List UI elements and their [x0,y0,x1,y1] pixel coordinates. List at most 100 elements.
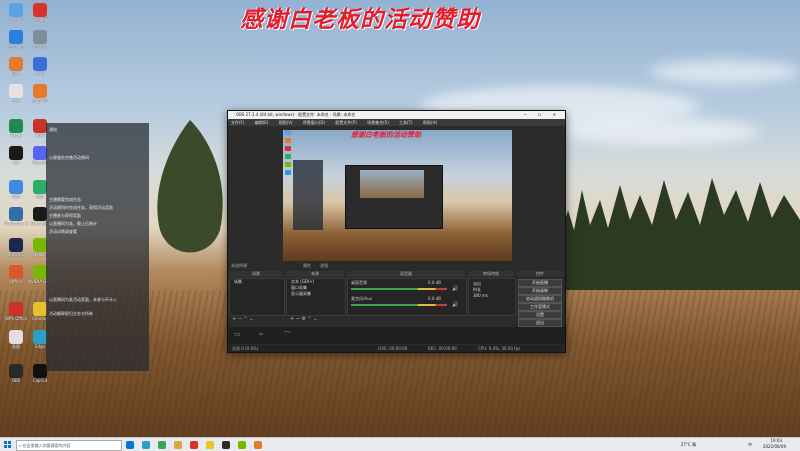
desktop-icon[interactable]: 百度网盘 [28,84,52,104]
desktop-icon[interactable]: 控制 [4,84,28,104]
menu-docks[interactable]: 停靠窗口(D) [303,120,325,125]
start-recording-button[interactable]: 开始录制 [518,287,562,295]
desktop-icon[interactable]: OBS [4,364,28,383]
app-icon [9,238,23,252]
desktop-icon[interactable]: Office [4,265,28,284]
desktop-icon[interactable]: 画图 [4,330,28,350]
clock-date[interactable]: 2022/06/09 [763,444,786,449]
nested-desktop-icons [285,130,291,261]
obs-title-bar[interactable]: OBS 27.2.4 (64 bit, windows) - 配置文件: 未命名… [228,111,565,119]
desktop-icon[interactable]: Excel [4,119,28,138]
taskbar-app-icon[interactable] [190,441,198,449]
clock-time[interactable]: 19:03 [770,438,782,443]
app-icon [9,364,23,378]
weather[interactable]: 27°C 晴 [681,442,696,448]
desktop-icon[interactable]: 回收站 [28,30,52,50]
desktop-icon[interactable]: 企业微信 [4,30,28,50]
menu-profile[interactable]: 配置文件(P) [335,120,357,125]
scene-dock-toolbar[interactable]: + − ⌃ ⌄ [232,316,254,322]
desktop-icon[interactable]: Photoshop [4,238,28,257]
desktop-icon[interactable]: WPS Office [4,302,28,321]
desktop-icon-label: CapCut [32,378,48,383]
notification-title: 通知 [49,127,57,132]
windows-start-icon[interactable] [4,441,11,448]
taskbar: ⌕ 在这里输入你要搜索的内容 27°C 晴 中 19:03 2022/06/09 [0,437,800,451]
window-title: OBS 27.2.4 (64 bit, windows) - 配置文件: 未命名… [236,112,356,117]
desktop-icon-label: Office [10,279,22,284]
app-icon [9,330,23,344]
taskbar-app-icon[interactable] [126,441,134,449]
taskbar-app-icon[interactable] [222,441,230,449]
taskbar-app-icon[interactable] [254,441,262,449]
desktop-icon-label: 迅雷 [12,71,20,76]
exit-button[interactable]: 退出 [518,319,562,327]
app-icon [9,146,23,160]
taskbar-search-input[interactable]: ⌕ 在这里输入你要搜索的内容 [16,440,122,451]
mixer-channel-label: 桌面音频 [351,280,367,285]
desktop-icon-label: WPS Office [5,316,27,321]
nested-preview-image [360,170,424,198]
app-icon [33,330,47,344]
app-icon [9,57,23,71]
menu-scene-collection[interactable]: 场景集合(S) [367,120,389,125]
ime-indicator[interactable]: 中 [748,442,752,448]
menu-file[interactable]: 文件(F) [231,120,244,125]
mixer-dock-header: 混音器 [347,271,465,277]
menu-view[interactable]: 视图(V) [279,120,293,125]
obs-window[interactable]: OBS 27.2.4 (64 bit, windows) - 配置文件: 未命名… [227,110,566,353]
start-streaming-button[interactable]: 开始直播 [518,279,562,287]
desktop-icon[interactable]: 网易邮箱 [28,3,52,23]
source-dock-toolbar[interactable]: + − ⚙ ⌃ ⌄ [290,316,318,322]
chart-icon[interactable]: ⌒ [284,330,291,340]
menu-help[interactable]: 帮助(H) [423,120,437,125]
app-icon [33,265,47,279]
notification-line: 主播参与获得奖励 [49,213,81,218]
rec-time: REC: 00:00:00 [428,346,457,351]
desktop-icon-label: Wallpaper Engine [4,221,28,226]
menu-tools[interactable]: 工具(T) [399,120,413,125]
dropped-frames: 丢帧 0 (0.0%) [232,346,259,351]
taskbar-app-icon[interactable] [142,441,150,449]
effect-icon[interactable]: ≈ [258,330,264,338]
virtual-camera-button[interactable]: 启动虚拟摄像机 [518,295,562,303]
app-icon [33,3,47,17]
notification-line: 主播需要完成任务 [49,197,81,202]
app-icon [9,30,23,44]
settings-button[interactable]: 设置 [518,311,562,319]
taskbar-app-icon[interactable] [206,441,214,449]
window-controls[interactable]: ─ ☐ ✕ [524,111,561,119]
desktop-icon[interactable]: 此电脑 [4,3,28,23]
obs-preview[interactable]: 感谢白老板的活动赞助 [283,130,512,261]
transitions-dock-header: 转场特效 [468,271,514,277]
app-icon [33,364,47,378]
app-icon [9,84,23,98]
app-icon [33,84,47,98]
source-item[interactable]: 显示器采集 [287,291,345,297]
desktop-icon-label: OBS [11,378,21,383]
desktop-icon-label: 此电脑 [10,17,22,22]
properties-button[interactable]: 属性 [303,263,311,269]
desktop-icon[interactable]: QQ [4,146,28,165]
desktop-icon-label: 百度网盘 [32,98,48,103]
nested-notification-panel [293,160,323,230]
taskbar-app-icon[interactable] [158,441,166,449]
speaker-icon[interactable]: 🔊 [452,286,458,292]
app-icon [9,180,23,194]
desktop-icon[interactable]: 网络 [4,180,28,200]
desktop-icon[interactable]: 文档 [28,57,52,77]
desktop-icon[interactable]: 迅雷 [4,57,28,77]
studio-mode-button[interactable]: 工作室模式 [518,303,562,311]
notification-line: 以便服务完善活动期间 [49,155,89,160]
no-source-label: 未选择源 [231,263,247,268]
transition-duration-input[interactable]: 300 ms [469,293,515,299]
tree-line [560,178,800,290]
menu-edit[interactable]: 编辑(E) [255,120,269,125]
desktop-icon-label: 文档 [36,71,44,76]
taskbar-app-icon[interactable] [174,441,182,449]
scene-item[interactable]: 场景 [230,279,284,285]
taskbar-app-icon[interactable] [238,441,246,449]
record-icon[interactable]: ▭ [234,330,241,338]
desktop-icon[interactable]: Wallpaper Engine [4,207,28,226]
speaker-icon[interactable]: 🔊 [452,302,458,308]
filters-button[interactable]: 滤镜 [320,263,328,269]
